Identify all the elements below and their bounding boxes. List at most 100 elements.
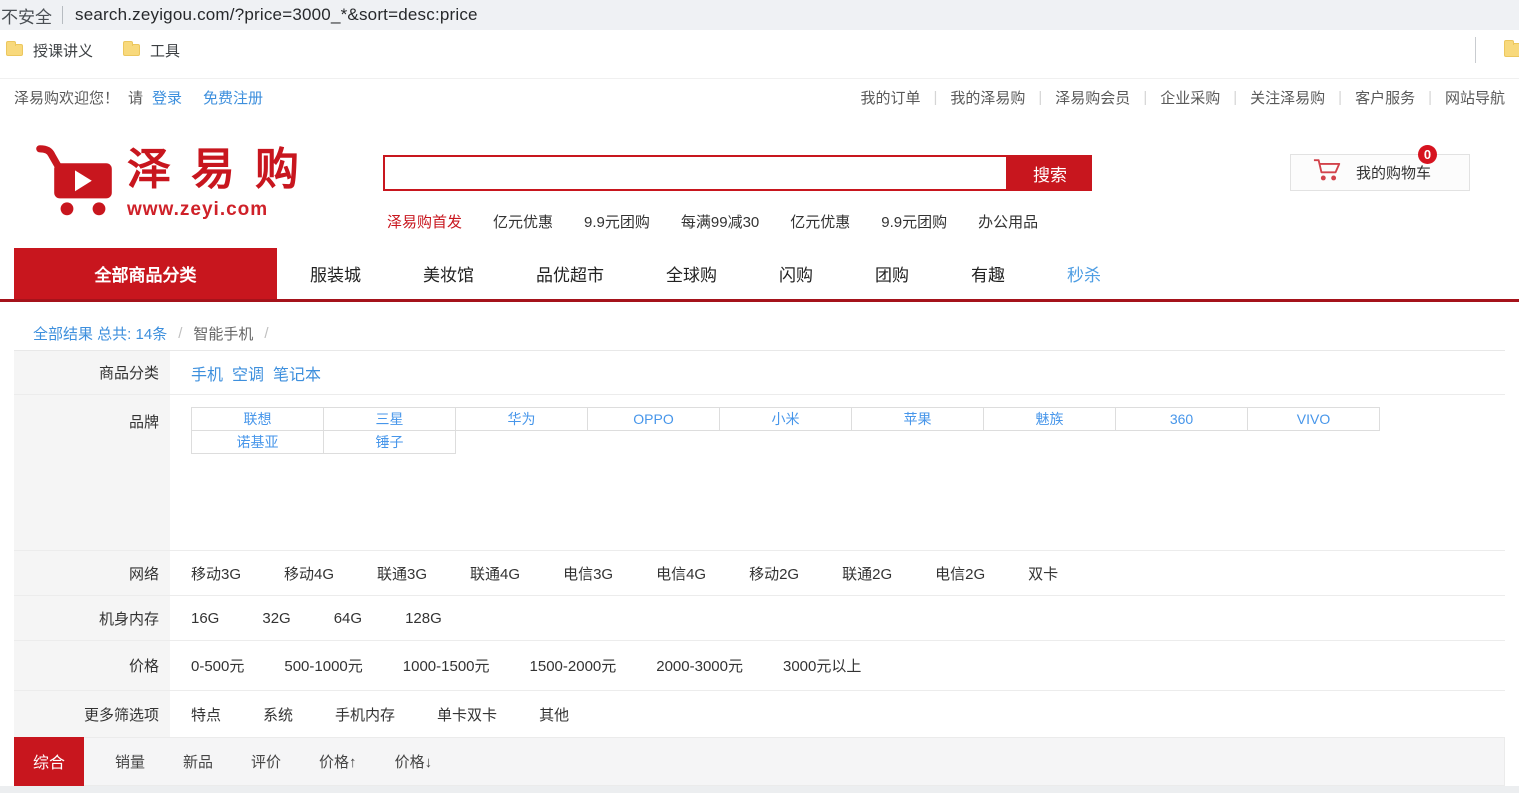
bottom-strip [0,786,1519,793]
my-orders-link[interactable]: 我的订单 [860,87,920,108]
sort-item-sales[interactable]: 销量 [115,751,145,772]
search-input[interactable] [383,155,1008,191]
filter-panel: 商品分类 手机 空调 笔记本 品牌 联想 三星 华为 OPPO 小米 苹果 魅族… [14,350,1505,738]
network-option[interactable]: 电信3G [563,563,613,584]
category-link-phone[interactable]: 手机 [191,361,223,385]
memory-option[interactable]: 32G [262,610,290,627]
my-cart-button[interactable]: 我的购物车 0 [1290,145,1470,191]
network-option[interactable]: 电信2G [935,563,985,584]
price-option[interactable]: 2000-3000元 [656,655,743,676]
breadcrumb-category[interactable]: 智能手机 [193,323,253,344]
brand-option[interactable]: 联想 [191,407,324,431]
member-link[interactable]: 泽易购会员 [1055,87,1130,108]
folder-icon [123,41,141,56]
memory-option[interactable]: 16G [191,610,219,627]
sort-item-new[interactable]: 新品 [183,751,213,772]
site-logo[interactable]: 泽易购 www.zeyi.com [35,143,319,230]
brand-option[interactable]: 魅族 [983,407,1116,431]
bookmark-label: 授课讲义 [33,42,94,60]
price-option[interactable]: 500-1000元 [284,655,362,676]
nav-item-beauty[interactable]: 美妆馆 [423,261,474,286]
brand-option[interactable]: OPPO [587,407,720,431]
price-option[interactable]: 0-500元 [191,655,244,676]
breadcrumb: 全部结果 总共: 14条 / 智能手机 / [33,323,269,344]
hot-link[interactable]: 亿元优惠 [493,211,553,232]
bookmark-label: 工具 [150,42,181,60]
bookmarks-bar: 授课讲义 工具 [0,30,1519,70]
price-option[interactable]: 1500-2000元 [530,655,617,676]
network-option[interactable]: 联通3G [377,563,427,584]
network-option[interactable]: 联通2G [842,563,892,584]
more-option-feature[interactable]: 特点 [191,704,221,725]
sort-item-price-desc[interactable]: 价格↓ [395,751,433,772]
network-option[interactable]: 移动3G [191,563,241,584]
nav-item-fun[interactable]: 有趣 [971,261,1005,286]
memory-option[interactable]: 128G [405,610,442,627]
please-text: 请 [128,89,144,107]
folder-icon [6,41,23,56]
filter-row-more: 更多筛选项 特点 系统 手机内存 单卡双卡 其他 [14,691,1505,738]
hot-link[interactable]: 每满99减30 [681,211,759,232]
hot-link[interactable]: 泽易购首发 [387,211,462,232]
search-button[interactable]: 搜索 [1008,155,1092,191]
memory-option[interactable]: 64G [334,610,362,627]
page-url[interactable]: search.zeyigou.com/?price=3000_*&sort=de… [75,5,478,25]
brand-option[interactable]: 锤子 [323,430,456,454]
hot-link[interactable]: 9.9元团购 [584,211,650,232]
cart-count-badge: 0 [1418,145,1437,164]
sort-bar: 综合 销量 新品 评价 价格↑ 价格↓ [14,736,1505,786]
folder-icon[interactable] [1504,40,1519,57]
more-option-system[interactable]: 系统 [263,704,293,725]
price-option[interactable]: 3000元以上 [783,655,861,676]
customer-service-link[interactable]: 客户服务 [1355,87,1415,108]
network-option[interactable]: 移动2G [749,563,799,584]
hot-link[interactable]: 亿元优惠 [790,211,850,232]
more-option-other[interactable]: 其他 [539,704,569,725]
login-link[interactable]: 登录 [152,87,182,108]
bookmark-folder-lectures[interactable]: 授课讲义 [6,40,93,61]
more-option-phone-memory[interactable]: 手机内存 [335,704,395,725]
all-categories-button[interactable]: 全部商品分类 [14,248,277,299]
category-link-laptop[interactable]: 笔记本 [273,361,321,385]
security-label[interactable]: 不安全 [1,3,52,28]
brand-option[interactable]: 三星 [323,407,456,431]
category-link-aircon[interactable]: 空调 [232,361,264,385]
top-user-bar: 泽易购欢迎您！ 请 登录 免费注册 我的订单 | 我的泽易购 | 泽易购会员 |… [0,78,1519,115]
brand-option[interactable]: 诺基亚 [191,430,324,454]
enterprise-link[interactable]: 企业采购 [1160,87,1220,108]
nav-item-supermarket[interactable]: 品优超市 [536,261,604,286]
welcome-text: 泽易购欢迎您！ [14,89,120,107]
hot-link[interactable]: 9.9元团购 [881,211,947,232]
network-option[interactable]: 电信4G [656,563,706,584]
brand-option[interactable]: 苹果 [851,407,984,431]
price-option[interactable]: 1000-1500元 [403,655,490,676]
brand-option[interactable]: 360 [1115,407,1248,431]
brand-option[interactable]: 华为 [455,407,588,431]
nav-item-global[interactable]: 全球购 [666,261,717,286]
hot-link[interactable]: 办公用品 [978,211,1038,232]
bookmarks-divider [1475,37,1476,63]
follow-link[interactable]: 关注泽易购 [1250,87,1325,108]
sort-item-price-asc[interactable]: 价格↑ [319,751,357,772]
sort-item-rating[interactable]: 评价 [251,751,281,772]
my-zeyigou-link[interactable]: 我的泽易购 [950,87,1025,108]
nav-item-clothing[interactable]: 服装城 [310,261,361,286]
address-bar[interactable]: 不安全 search.zeyigou.com/?price=3000_*&sor… [0,0,1519,30]
nav-item-flash[interactable]: 闪购 [779,261,813,286]
site-nav-link[interactable]: 网站导航 [1445,87,1505,108]
bookmarks-bar-right [1475,30,1519,70]
brand-option[interactable]: VIVO [1247,407,1380,431]
more-option-sim[interactable]: 单卡双卡 [437,704,497,725]
filter-label-network: 网络 [14,551,170,595]
network-option[interactable]: 移动4G [284,563,334,584]
results-count-link[interactable]: 全部结果 总共: 14条 [33,323,167,344]
network-option[interactable]: 双卡 [1028,563,1058,584]
brand-option[interactable]: 小米 [719,407,852,431]
nav-item-group[interactable]: 团购 [875,261,909,286]
address-divider [62,6,63,24]
network-option[interactable]: 联通4G [470,563,520,584]
bookmark-folder-tools[interactable]: 工具 [123,40,180,61]
nav-item-seckill[interactable]: 秒杀 [1067,261,1101,286]
sort-tab-comprehensive[interactable]: 综合 [14,736,84,786]
register-link[interactable]: 免费注册 [203,87,263,108]
